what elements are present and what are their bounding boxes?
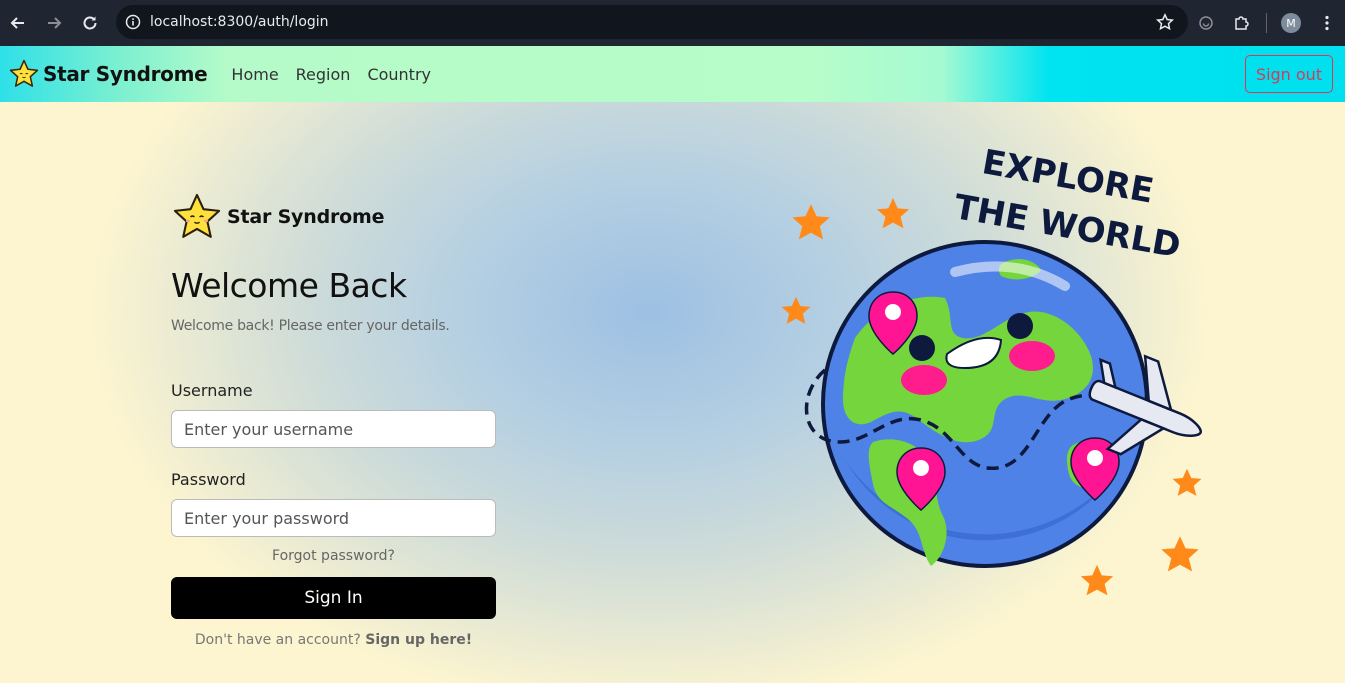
back-button[interactable] xyxy=(0,5,36,41)
signup-prompt: Don't have an account? xyxy=(194,632,361,648)
page-title: Welcome Back xyxy=(171,266,407,305)
sign-up-link[interactable]: Sign up here! xyxy=(365,632,472,648)
reload-button[interactable] xyxy=(72,5,108,41)
form-logo-text: Star Syndrome xyxy=(227,206,385,228)
browser-actions: M xyxy=(1188,0,1345,46)
site-info-icon[interactable] xyxy=(116,5,150,39)
login-form: Star Syndrome Welcome Back Welcome back!… xyxy=(171,192,496,648)
page-subtitle: Welcome back! Please enter your details. xyxy=(171,318,450,334)
nav-link-home[interactable]: Home xyxy=(231,65,278,84)
password-label: Password xyxy=(171,470,246,489)
password-input[interactable] xyxy=(171,499,496,537)
username-input[interactable] xyxy=(171,410,496,448)
nav-links: Home Region Country xyxy=(231,65,448,84)
site-navbar: Star Syndrome Home Region Country Sign o… xyxy=(0,46,1345,102)
nav-link-country[interactable]: Country xyxy=(367,65,431,84)
sign-out-button[interactable]: Sign out xyxy=(1245,55,1333,93)
globe xyxy=(804,240,1149,568)
reload-icon xyxy=(83,16,97,30)
arrow-right-icon xyxy=(48,17,62,29)
sign-in-button[interactable]: Sign In xyxy=(171,577,496,619)
forgot-password-link[interactable]: Forgot password? xyxy=(171,548,496,564)
star-logo-icon xyxy=(9,59,39,87)
forward-button[interactable] xyxy=(36,5,72,41)
avatar: M xyxy=(1281,13,1301,33)
explore-world-illustration: EXPLORE THE WORLD xyxy=(781,142,1202,596)
extensions-puzzle-icon[interactable] xyxy=(1224,5,1260,41)
brand-link[interactable]: Star Syndrome xyxy=(8,59,208,89)
menu-kebab-icon[interactable] xyxy=(1309,5,1345,41)
star-mascot-icon xyxy=(173,193,221,238)
address-bar[interactable]: localhost:8300/auth/login xyxy=(116,5,1188,39)
nav-link-region[interactable]: Region xyxy=(296,65,351,84)
bookmark-star-icon[interactable] xyxy=(1156,13,1174,31)
login-page: Star Syndrome Welcome Back Welcome back!… xyxy=(0,102,1345,683)
url-text: localhost:8300/auth/login xyxy=(150,14,329,30)
profile-button[interactable]: M xyxy=(1273,5,1309,41)
brand-name: Star Syndrome xyxy=(43,62,208,86)
form-logo: Star Syndrome xyxy=(171,192,496,242)
extension-ghost-icon[interactable] xyxy=(1188,5,1224,41)
username-label: Username xyxy=(171,381,253,400)
signup-row: Don't have an account? Sign up here! xyxy=(171,632,496,648)
browser-toolbar: localhost:8300/auth/login M xyxy=(0,0,1345,46)
arrow-left-icon xyxy=(10,17,24,29)
toolbar-separator xyxy=(1266,13,1267,33)
